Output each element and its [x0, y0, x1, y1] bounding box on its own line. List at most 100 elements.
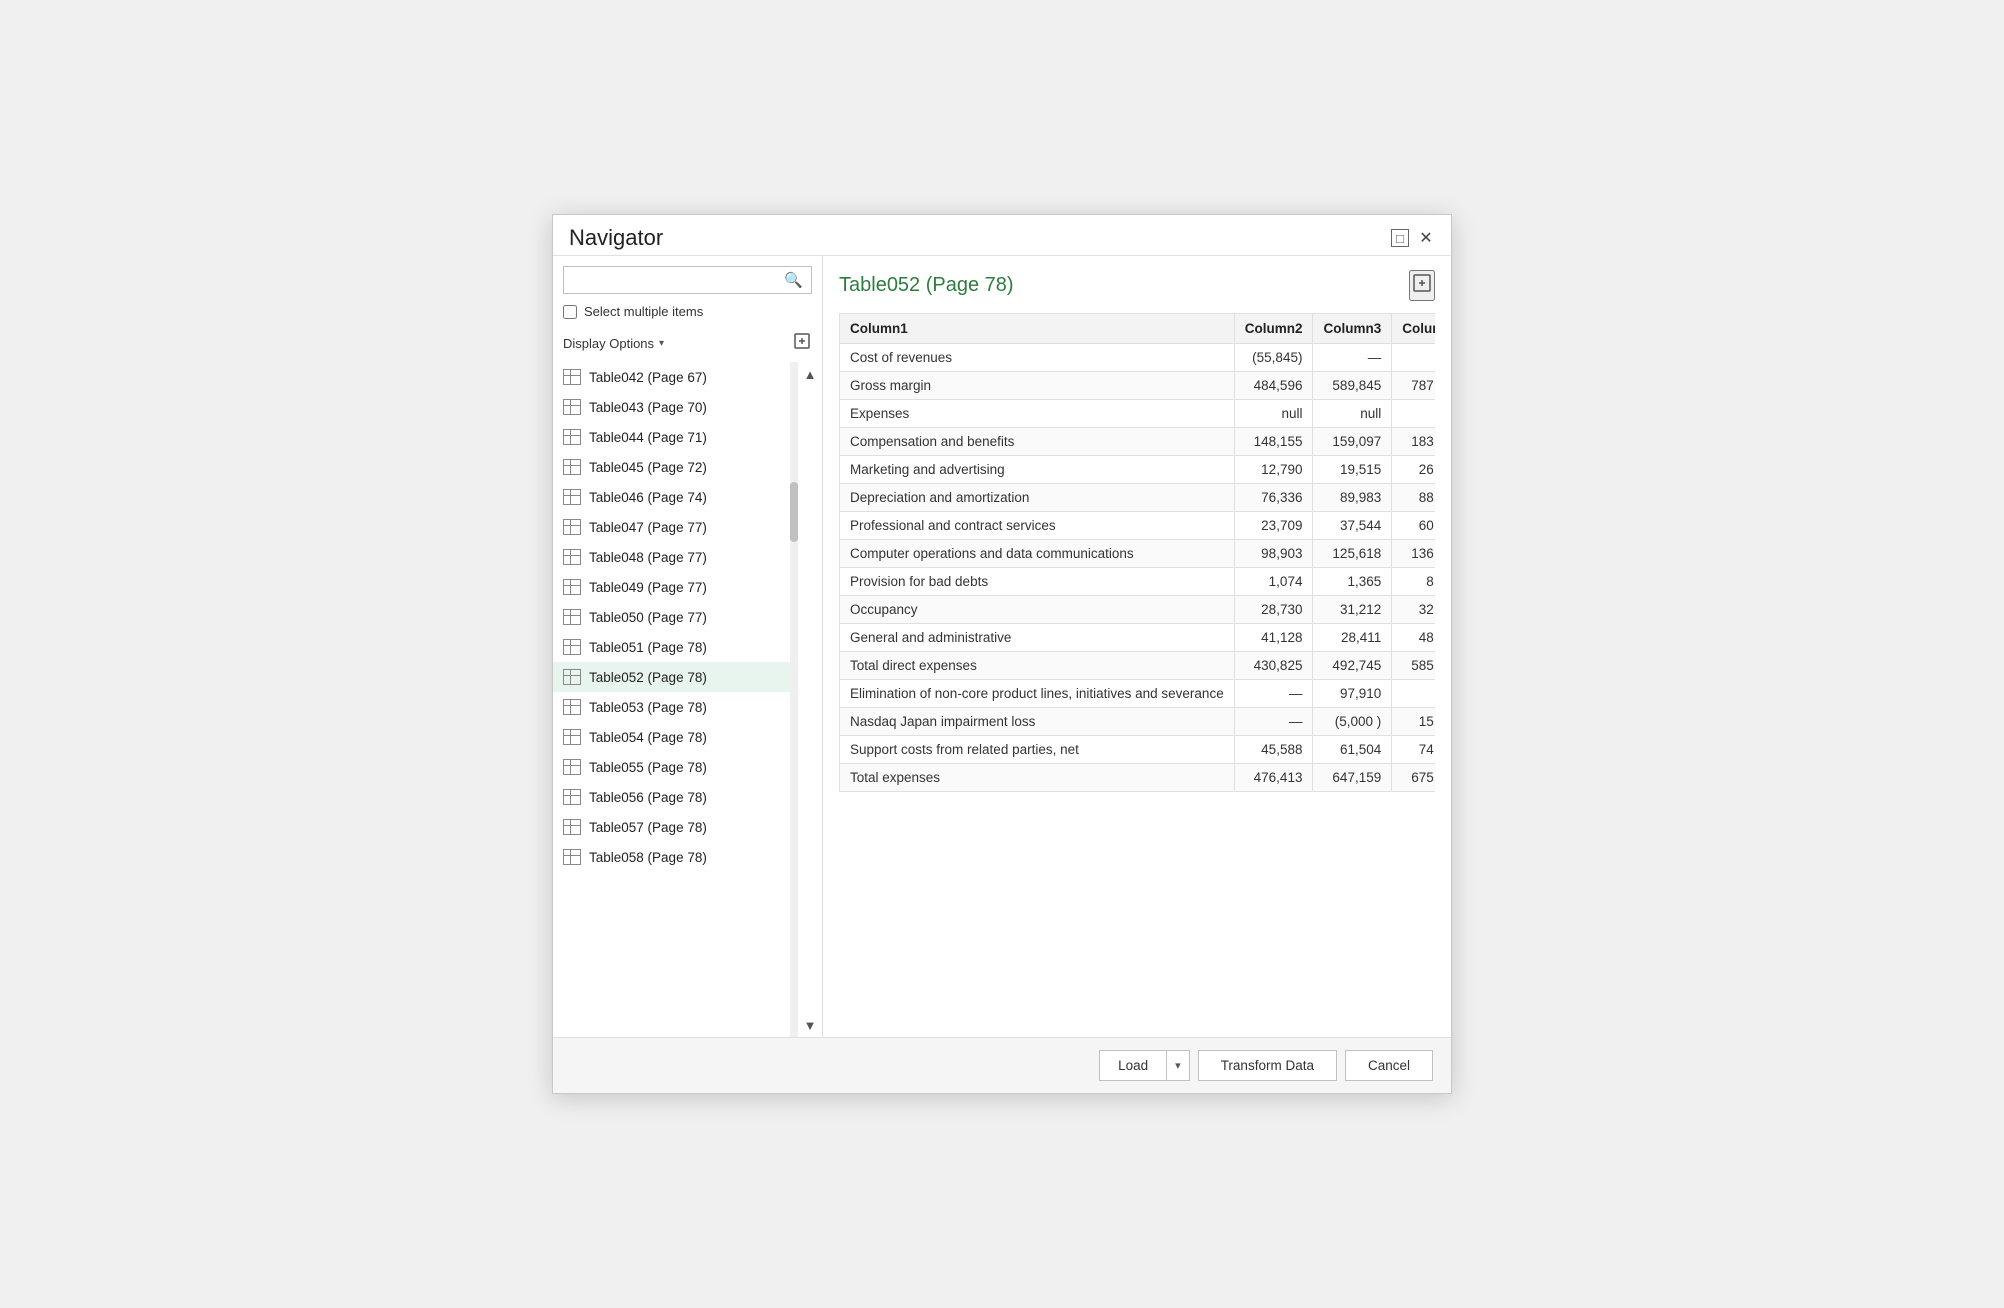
table-cell: — — [1234, 680, 1313, 708]
table-cell: 183,130 — [1392, 428, 1435, 456]
table-cell: 97,910 — [1313, 680, 1392, 708]
preview-table: Column1Column2Column3Column4Cost of reve… — [839, 313, 1435, 792]
list-item-label: Table044 (Page 71) — [589, 430, 707, 445]
scrollbar-thumb[interactable] — [790, 482, 798, 542]
load-button-group: Load ▾ — [1099, 1050, 1190, 1081]
right-panel: Table052 (Page 78) Column1Column2Column3… — [823, 256, 1451, 1037]
table-list-icon — [563, 429, 581, 445]
list-item-label: Table046 (Page 74) — [589, 490, 707, 505]
search-bar: 🔍 — [563, 266, 812, 294]
preview-header: Table052 (Page 78) — [839, 270, 1435, 301]
table-cell: Total expenses — [840, 764, 1235, 792]
table-cell: (55,845) — [1234, 344, 1313, 372]
table-cell: Provision for bad debts — [840, 568, 1235, 596]
table-row: Provision for bad debts1,0741,3658,426 — [840, 568, 1436, 596]
table-cell: 585,131 — [1392, 652, 1435, 680]
table-list-icon — [563, 519, 581, 535]
table-list-container: Table042 (Page 67) Table043 (Page 70) Ta… — [553, 362, 822, 1037]
table-row: Occupancy28,73031,21232,367 — [840, 596, 1436, 624]
list-item[interactable]: Table056 (Page 78) — [553, 782, 790, 812]
table-cell: — — [1392, 344, 1435, 372]
list-item[interactable]: Table045 (Page 72) — [553, 452, 790, 482]
list-item[interactable]: Table055 (Page 78) — [553, 752, 790, 782]
select-multiple-row: Select multiple items — [553, 302, 822, 327]
scroll-down-button[interactable]: ▼ — [798, 1013, 822, 1037]
list-item-label: Table052 (Page 78) — [589, 670, 707, 685]
list-item-label: Table058 (Page 78) — [589, 850, 707, 865]
table-row: General and administrative41,12828,41148… — [840, 624, 1436, 652]
cancel-button[interactable]: Cancel — [1345, 1050, 1433, 1081]
list-item[interactable]: Table048 (Page 77) — [553, 542, 790, 572]
table-cell: (5,000 ) — [1313, 708, 1392, 736]
table-list-icon — [563, 669, 581, 685]
table-cell: 98,903 — [1234, 540, 1313, 568]
close-button[interactable]: ✕ — [1417, 229, 1435, 247]
select-multiple-checkbox[interactable] — [563, 305, 577, 319]
select-multiple-label: Select multiple items — [584, 304, 703, 319]
list-item[interactable]: Table043 (Page 70) — [553, 392, 790, 422]
search-input[interactable] — [564, 267, 776, 293]
list-item-label: Table048 (Page 77) — [589, 550, 707, 565]
load-dropdown-button[interactable]: ▾ — [1167, 1051, 1189, 1080]
table-cell: Marketing and advertising — [840, 456, 1235, 484]
transform-data-button[interactable]: Transform Data — [1198, 1050, 1337, 1081]
preview-export-button[interactable] — [1409, 270, 1435, 301]
table-cell: Professional and contract services — [840, 512, 1235, 540]
list-item[interactable]: Table051 (Page 78) — [553, 632, 790, 662]
list-item[interactable]: Table058 (Page 78) — [553, 842, 790, 872]
table-cell: 45,588 — [1234, 736, 1313, 764]
table-list-icon — [563, 489, 581, 505]
minimize-button[interactable]: □ — [1391, 229, 1409, 247]
list-item[interactable]: Table052 (Page 78) — [553, 662, 790, 692]
load-button[interactable]: Load — [1100, 1051, 1167, 1080]
left-export-icon[interactable] — [792, 331, 812, 356]
list-item-label: Table053 (Page 78) — [589, 700, 707, 715]
footer: Load ▾ Transform Data Cancel — [553, 1037, 1451, 1093]
list-item-label: Table042 (Page 67) — [589, 370, 707, 385]
list-item-label: Table049 (Page 77) — [589, 580, 707, 595]
table-list: Table042 (Page 67) Table043 (Page 70) Ta… — [553, 362, 790, 1037]
list-item[interactable]: Table053 (Page 78) — [553, 692, 790, 722]
table-cell: 28,411 — [1313, 624, 1392, 652]
table-cell: 28,730 — [1234, 596, 1313, 624]
list-item[interactable]: Table057 (Page 78) — [553, 812, 790, 842]
main-content: 🔍 Select multiple items Display Options … — [553, 255, 1451, 1037]
table-cell: 26,931 — [1392, 456, 1435, 484]
table-cell: 8,426 — [1392, 568, 1435, 596]
scroll-up-button[interactable]: ▲ — [798, 362, 822, 386]
table-cell: 74,968 — [1392, 736, 1435, 764]
table-cell: Occupancy — [840, 596, 1235, 624]
table-list-icon — [563, 399, 581, 415]
list-item[interactable]: Table049 (Page 77) — [553, 572, 790, 602]
table-cell: Cost of revenues — [840, 344, 1235, 372]
list-item[interactable]: Table047 (Page 77) — [553, 512, 790, 542]
list-item[interactable]: Table044 (Page 71) — [553, 422, 790, 452]
display-options-button[interactable]: Display Options ▾ — [563, 336, 664, 351]
table-cell: Computer operations and data communicati… — [840, 540, 1235, 568]
table-cell: 15,208 — [1392, 708, 1435, 736]
table-cell: 76,336 — [1234, 484, 1313, 512]
table-list-icon — [563, 819, 581, 835]
table-row: Total direct expenses430,825492,745585,1… — [840, 652, 1436, 680]
navigator-dialog: Navigator □ ✕ 🔍 Select multiple items Di… — [552, 214, 1452, 1094]
column-header: Column4 — [1392, 314, 1435, 344]
display-options-label: Display Options — [563, 336, 654, 351]
display-options-row: Display Options ▾ — [553, 327, 822, 362]
preview-title: Table052 (Page 78) — [839, 274, 1014, 297]
column-header: Column1 — [840, 314, 1235, 344]
table-list-icon — [563, 699, 581, 715]
table-cell: 159,097 — [1313, 428, 1392, 456]
list-item[interactable]: Table046 (Page 74) — [553, 482, 790, 512]
table-cell: 19,515 — [1313, 456, 1392, 484]
list-item-label: Table055 (Page 78) — [589, 760, 707, 775]
table-cell: Support costs from related parties, net — [840, 736, 1235, 764]
list-item[interactable]: Table054 (Page 78) — [553, 722, 790, 752]
list-item[interactable]: Table042 (Page 67) — [553, 362, 790, 392]
table-list-icon — [563, 759, 581, 775]
table-cell: Gross margin — [840, 372, 1235, 400]
table-cell: 12,790 — [1234, 456, 1313, 484]
list-item-label: Table051 (Page 78) — [589, 640, 707, 655]
column-header: Column3 — [1313, 314, 1392, 344]
display-options-arrow: ▾ — [659, 338, 664, 349]
list-item[interactable]: Table050 (Page 77) — [553, 602, 790, 632]
